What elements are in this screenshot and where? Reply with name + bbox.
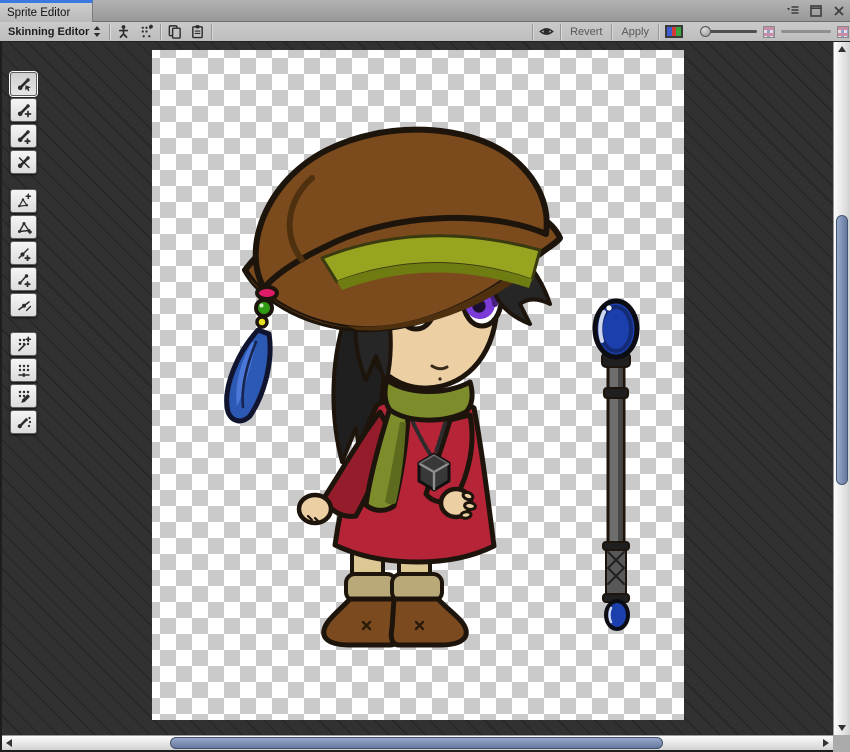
main-toolbar: Skinning Editor Revert Apply (0, 22, 850, 42)
sprite-texture-area[interactable] (152, 50, 684, 720)
rgb-alpha-icon[interactable] (665, 25, 683, 38)
separator (560, 24, 561, 40)
scroll-left-arrow[interactable] (2, 736, 16, 750)
create-edge-icon (16, 271, 32, 287)
bone-tools (10, 72, 37, 174)
tool-auto-weights[interactable] (10, 332, 37, 356)
copy-icon (167, 24, 182, 39)
witch-character-sprite (152, 50, 684, 720)
tool-weight-slider[interactable] (10, 358, 37, 382)
separator (532, 24, 533, 40)
rgb-bar-green (676, 27, 681, 36)
maximize-icon[interactable] (808, 4, 823, 19)
left-boot (324, 599, 398, 645)
bone-influence-icon (16, 414, 32, 430)
vertical-scroll-thumb[interactable] (836, 215, 848, 485)
edit-geometry-icon (16, 219, 32, 235)
title-bar: Sprite Editor (0, 0, 850, 22)
tab-title: Sprite Editor (7, 7, 70, 19)
hat-beads-and-feather (227, 287, 277, 421)
eye-icon[interactable] (535, 23, 558, 41)
auto-weights-icon (16, 336, 32, 352)
weight-slider-icon (16, 362, 32, 378)
skinning-tool-sidebar (10, 72, 37, 434)
toolbar-button-paste[interactable] (186, 23, 209, 41)
right-boot (391, 599, 466, 645)
separator (658, 24, 659, 40)
revert-button[interactable]: Revert (563, 26, 609, 38)
mipmap-slider[interactable] (781, 30, 831, 33)
sprite-editor-window: Sprite Editor Skinning Editor R (0, 0, 850, 752)
edit-bone-icon (16, 102, 32, 118)
canvas-viewport[interactable] (2, 42, 833, 735)
create-bone-icon (16, 128, 32, 144)
zoom-slider-track[interactable] (709, 30, 757, 33)
tool-split-edge[interactable] (10, 293, 37, 317)
separator (611, 24, 612, 40)
mipmap-slider-track[interactable] (781, 30, 831, 33)
mipmap-texture-icon (837, 26, 849, 38)
zoom-slider[interactable] (700, 26, 757, 37)
scroll-up-arrow[interactable] (834, 42, 850, 56)
apply-button[interactable]: Apply (614, 26, 656, 38)
mode-dropdown-label: Skinning Editor (8, 26, 89, 38)
horizontal-scroll-thumb[interactable] (170, 737, 663, 749)
staff-sprite (595, 301, 637, 629)
toolbar-button-pose-dots[interactable] (135, 23, 158, 41)
tool-create-vertex[interactable] (10, 241, 37, 265)
scroll-right-arrow[interactable] (819, 736, 833, 750)
window-menu-icon[interactable] (785, 4, 800, 19)
separator (109, 24, 110, 40)
vertical-scrollbar[interactable] (833, 42, 850, 735)
tool-bone-influence[interactable] (10, 410, 37, 434)
geometry-tools (10, 189, 37, 317)
create-vertex-icon (16, 245, 32, 261)
yellow-bead (257, 317, 267, 327)
pose-dots-icon (139, 24, 154, 39)
zoom-slider-handle[interactable] (700, 26, 711, 37)
split-bone-icon (16, 154, 32, 170)
tool-weight-brush[interactable] (10, 384, 37, 408)
separator (211, 24, 212, 40)
tool-auto-geometry[interactable] (10, 189, 37, 213)
tool-edit-bone[interactable] (10, 98, 37, 122)
blue-feather (227, 330, 270, 421)
weight-tools (10, 332, 37, 434)
window-controls (785, 0, 846, 22)
close-icon[interactable] (831, 4, 846, 19)
toolbar-button-copy[interactable] (163, 23, 186, 41)
auto-geometry-icon (16, 193, 32, 209)
split-edge-icon (16, 297, 32, 313)
paste-icon (190, 24, 205, 39)
mipmap-texture-icon (763, 26, 775, 38)
tool-edit-geometry[interactable] (10, 215, 37, 239)
updown-arrows-icon (93, 26, 101, 37)
tool-preview-pose[interactable] (10, 72, 37, 96)
weight-brush-icon (16, 388, 32, 404)
mode-dropdown[interactable]: Skinning Editor (0, 22, 107, 41)
green-bead (256, 300, 272, 316)
skeleton-icon (116, 24, 131, 39)
tool-create-edge[interactable] (10, 267, 37, 291)
separator (160, 24, 161, 40)
toolbar-button-skeleton[interactable] (112, 23, 135, 41)
pink-bead (257, 287, 277, 299)
tool-create-bone[interactable] (10, 124, 37, 148)
scroll-down-arrow[interactable] (834, 721, 850, 735)
horizontal-scrollbar[interactable] (2, 735, 833, 750)
preview-pose-icon (16, 76, 32, 92)
scrollbar-corner (833, 735, 850, 752)
tab-sprite-editor[interactable]: Sprite Editor (0, 0, 93, 22)
tool-split-bone[interactable] (10, 150, 37, 174)
